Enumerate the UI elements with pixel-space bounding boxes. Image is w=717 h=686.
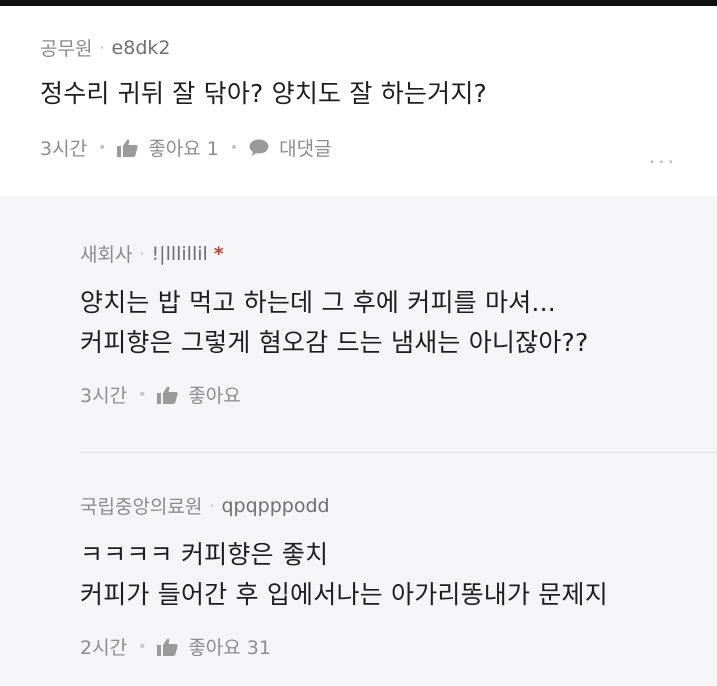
reply-line: ㅋㅋㅋㅋ 커피향은 좋치 (80, 540, 329, 569)
comment-user-id[interactable]: e8dk2 (112, 37, 171, 59)
reply-line: 커피가 들어간 후 입에서나는 아가리똥내가 문제지 (80, 580, 608, 609)
comment-actions: 3시간 • 좋아요 1 • 대댓글 (40, 134, 332, 161)
reply-meta: 새회사 · !|lllillil * (80, 240, 690, 267)
thumbs-up-icon (117, 139, 138, 157)
like-button[interactable]: 좋아요 (157, 381, 241, 408)
meta-separator: · (209, 496, 215, 515)
comment-line: 정수리 귀뒤 잘 닦아? 양치도 잘 하는거지? (40, 79, 488, 108)
comment-author[interactable]: 공무원 (40, 34, 92, 61)
like-button[interactable]: 좋아요 1 (117, 134, 219, 161)
comment-body: 정수리 귀뒤 잘 닦아? 양치도 잘 하는거지? (40, 74, 487, 114)
reply-actions: 3시간 • 좋아요 (80, 381, 690, 408)
reply-time: 3시간 (80, 385, 128, 407)
like-label: 좋아요 (188, 385, 241, 407)
reply-user-id[interactable]: !|lllillil (152, 243, 208, 265)
reply-card: 국립중앙의료원 · qpqpppodd ㅋㅋㅋㅋ 커피향은 좋치 커피가 들어간… (80, 492, 690, 660)
reply-author[interactable]: 국립중앙의료원 (80, 492, 202, 519)
action-separator: • (138, 638, 147, 655)
action-separator: • (229, 139, 239, 156)
action-separator: • (98, 139, 107, 156)
action-separator: • (138, 386, 147, 403)
comment-time: 3시간 (40, 138, 88, 160)
reply-label: 대댓글 (279, 138, 332, 160)
reply-meta: 국립중앙의료원 · qpqpppodd (80, 492, 690, 519)
like-label: 좋아요 31 (188, 637, 271, 659)
comment-meta: 공무원 · e8dk2 (40, 34, 170, 61)
meta-separator: · (99, 38, 105, 57)
reply-user-id[interactable]: qpqpppodd (221, 495, 329, 517)
reply-author[interactable]: 새회사 (80, 240, 132, 267)
comment-card: 공무원 · e8dk2 정수리 귀뒤 잘 닦아? 양치도 잘 하는거지? 3시간… (0, 6, 717, 196)
reply-divider (80, 452, 717, 453)
reply-thread: 새회사 · !|lllillil * 양치는 밥 먹고 하는데 그 후에 커피를… (0, 202, 717, 686)
author-badge: * (213, 242, 224, 265)
like-button[interactable]: 좋아요 31 (157, 633, 271, 660)
reply-body: ㅋㅋㅋㅋ 커피향은 좋치 커피가 들어간 후 입에서나는 아가리똥내가 문제지 (80, 535, 690, 615)
reply-body: 양치는 밥 먹고 하는데 그 후에 커피를 마셔... 커피향은 그렇게 혐오감… (80, 283, 690, 363)
reply-line: 커피향은 그렇게 혐오감 드는 냄새는 아니잖아?? (80, 328, 589, 357)
reply-button[interactable]: 대댓글 (249, 134, 332, 161)
reply-time: 2시간 (80, 637, 128, 659)
reply-card: 새회사 · !|lllillil * 양치는 밥 먹고 하는데 그 후에 커피를… (80, 240, 690, 408)
thumbs-up-icon (157, 386, 178, 404)
speech-bubble-icon (249, 139, 269, 156)
reply-line: 양치는 밥 먹고 하는데 그 후에 커피를 마셔... (80, 288, 556, 317)
thumbs-up-icon (157, 638, 178, 656)
reply-actions: 2시간 • 좋아요 31 (80, 633, 690, 660)
more-dots-icon[interactable]: ... (649, 144, 677, 168)
like-label: 좋아요 1 (148, 138, 219, 160)
meta-separator: · (139, 244, 145, 263)
